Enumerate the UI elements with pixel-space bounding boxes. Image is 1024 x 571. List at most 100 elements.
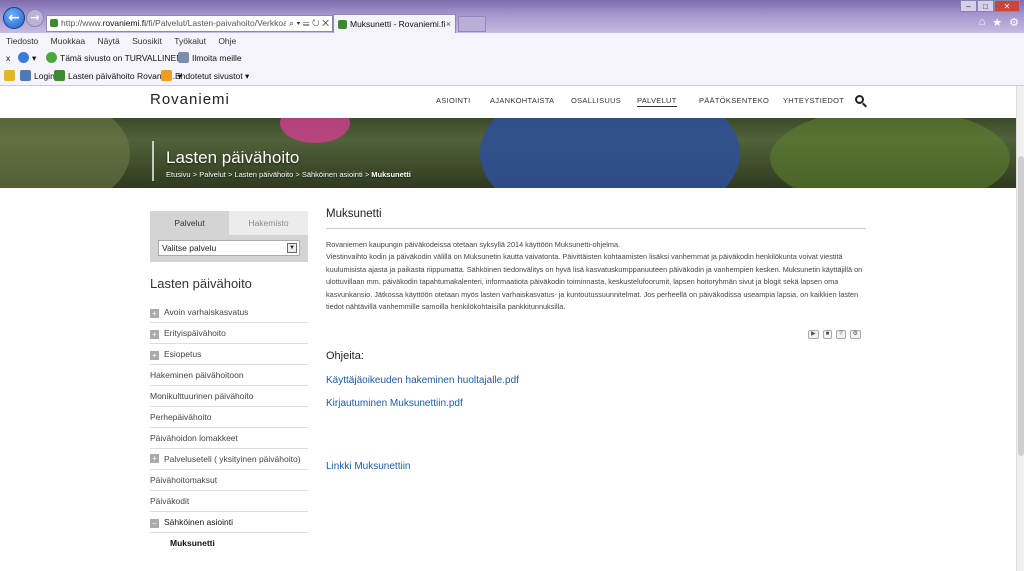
browser-titlebar: ← → http://www.rovaniemi.fi/fi/Palvelut/… bbox=[0, 0, 1024, 33]
address-path: /fi/Palvelut/Lasten-paivahoito/Verkkoasi… bbox=[146, 18, 301, 28]
sidebar-heading: Lasten päivähoito bbox=[150, 276, 252, 291]
address-bar[interactable]: http://www.rovaniemi.fi/fi/Palvelut/Last… bbox=[46, 15, 333, 32]
service-select-value: Valitse palvelu bbox=[162, 243, 217, 253]
sidebar-item-monikulttuurinen[interactable]: Monikulttuurinen päivähoito bbox=[150, 386, 308, 407]
sidebar-item-lomakkeet[interactable]: Päivähoidon lomakkeet bbox=[150, 428, 308, 449]
site-header: Rovaniemi ASIOINTI AJANKOHTAISTA OSALLIS… bbox=[0, 86, 1016, 118]
page-scrollbar[interactable] bbox=[1016, 86, 1024, 571]
close-window-icon[interactable]: ✕ bbox=[994, 0, 1020, 12]
sidebar-item-erityis[interactable]: + Erityispäivähoito bbox=[150, 323, 308, 344]
tab-close-icon[interactable]: × bbox=[446, 15, 451, 33]
breadcrumb-home[interactable]: Etusivu bbox=[166, 170, 191, 179]
sidebar-item-hakeminen[interactable]: Hakeminen päivähoitoon bbox=[150, 365, 308, 386]
breadcrumb-separator: > bbox=[295, 170, 300, 179]
report-label: Ilmoita meille bbox=[192, 53, 242, 63]
breadcrumb-palvelut[interactable]: Palvelut bbox=[199, 170, 226, 179]
search-icon[interactable] bbox=[855, 95, 864, 104]
stop-icon[interactable]: ■ bbox=[822, 330, 833, 339]
safe-site-label: Tämä sivusto on TURVALLINEN bbox=[60, 53, 183, 63]
home-icon[interactable]: ⌂ bbox=[979, 16, 986, 29]
article-text: Rovaniemen kaupungin päiväkodeissa oteta… bbox=[326, 239, 866, 313]
commandbar-close-icon[interactable]: x bbox=[6, 49, 10, 67]
forward-arrow-icon[interactable]: → bbox=[26, 9, 44, 27]
menu-file[interactable]: Tiedosto bbox=[6, 36, 38, 46]
address-domain: rovaniemi.fi bbox=[102, 18, 147, 28]
suggested-sites-icon bbox=[161, 70, 172, 81]
sidebar-item-maksut[interactable]: Päivähoitomaksut bbox=[150, 470, 308, 491]
sidebar-item-paivakodit[interactable]: Päiväkodit bbox=[150, 491, 308, 512]
menu-view[interactable]: Näytä bbox=[98, 36, 120, 46]
breadcrumb-asiointi[interactable]: Sähköinen asiointi bbox=[302, 170, 363, 179]
antivirus-icon[interactable]: ▾ bbox=[18, 49, 36, 67]
menu-edit[interactable]: Muokkaa bbox=[51, 36, 86, 46]
sidebar-item-sahkoinen[interactable]: – Sähköinen asiointi bbox=[150, 512, 308, 533]
hero-foliage bbox=[0, 118, 130, 188]
favorites-star-icon[interactable]: ★ bbox=[992, 16, 1002, 29]
expand-plus-icon[interactable]: + bbox=[150, 351, 159, 360]
nav-yhteystiedot[interactable]: YHTEYSTIEDOT bbox=[783, 96, 844, 105]
link-login-pdf[interactable]: Kirjautuminen Muksunettiin.pdf bbox=[326, 398, 463, 409]
link-user-rights-pdf[interactable]: Käyttäjäoikeuden hakeminen huoltajalle.p… bbox=[326, 375, 519, 386]
sidebar-item-label: Monikulttuurinen päivähoito bbox=[150, 391, 254, 401]
sidebar-tabs: Palvelut Hakemisto bbox=[150, 211, 308, 235]
main-content: Muksunetti Rovaniemen kaupungin päiväkod… bbox=[326, 208, 866, 313]
hero-grass bbox=[770, 118, 1010, 188]
sidebar-item-label: Perhepäivähoito bbox=[150, 412, 212, 422]
safe-site-indicator[interactable]: Tämä sivusto on TURVALLINEN ▾ bbox=[46, 49, 189, 67]
menu-favorites[interactable]: Suosikit bbox=[132, 36, 162, 46]
nav-asiointi[interactable]: ASIOINTI bbox=[436, 96, 471, 105]
link-muksunetti[interactable]: Linkki Muksunettiin bbox=[326, 461, 410, 472]
sidebar-item-label: Päivähoidon lomakkeet bbox=[150, 433, 238, 443]
breadcrumb-current: Muksunetti bbox=[371, 170, 411, 179]
chevron-down-icon[interactable]: ▼ bbox=[287, 243, 297, 253]
site-logo[interactable]: Rovaniemi bbox=[150, 91, 230, 108]
sidebar-item-palveluseteli[interactable]: + Palveluseteli ( yksityinen päivähoito) bbox=[150, 449, 308, 470]
window-controls: – □ ✕ bbox=[960, 0, 1020, 12]
rovaniemi-favicon-icon bbox=[54, 70, 65, 81]
nav-paatoksenteko[interactable]: PÄÄTÖKSENTEKO bbox=[699, 96, 769, 105]
sidebar-item-label: Päiväkodit bbox=[150, 496, 190, 506]
sidebar-item-esiopetus[interactable]: + Esiopetus bbox=[150, 344, 308, 365]
breadcrumb-lasten[interactable]: Lasten päivähoito bbox=[234, 170, 293, 179]
maximize-icon[interactable]: □ bbox=[977, 0, 994, 12]
browser-tab-active[interactable]: Muksunetti - Rovaniemi.fi × bbox=[333, 14, 456, 33]
settings-gear-icon[interactable]: ⚙ bbox=[1009, 16, 1019, 29]
site-favicon-icon bbox=[50, 19, 58, 27]
browser-favorites-bar: Login Lasten päivähoito Rovanie... ▾ Ehd… bbox=[0, 67, 1024, 86]
sidebar-item-label: Päivähoitomaksut bbox=[150, 475, 218, 485]
favorite-suggested[interactable]: Ehdotetut sivustot ▾ bbox=[161, 67, 249, 86]
settings-icon[interactable]: ⚙ bbox=[849, 330, 861, 339]
service-select-panel: Valitse palvelu ▼ bbox=[150, 235, 308, 262]
play-icon[interactable]: ▶ bbox=[808, 330, 819, 339]
nav-palvelut[interactable]: PALVELUT bbox=[637, 96, 677, 107]
article-body: Viestinvaihto kodin ja päiväkodin välill… bbox=[326, 252, 863, 312]
tab-palvelut[interactable]: Palvelut bbox=[150, 211, 229, 235]
menu-help[interactable]: Ohje bbox=[218, 36, 236, 46]
expand-plus-icon[interactable]: + bbox=[150, 454, 159, 463]
sidebar-nav-list: + Avoin varhaiskasvatus + Erityispäivähoit… bbox=[150, 302, 308, 553]
checkmark-shield-icon bbox=[46, 52, 57, 63]
help-icon[interactable]: ? bbox=[836, 330, 846, 339]
menu-tools[interactable]: Työkalut bbox=[174, 36, 206, 46]
sidebar-item-perhe[interactable]: Perhepäivähoito bbox=[150, 407, 308, 428]
service-select[interactable]: Valitse palvelu ▼ bbox=[158, 240, 300, 256]
new-tab-button[interactable] bbox=[458, 16, 486, 32]
nav-osallisuus[interactable]: OSALLISUUS bbox=[571, 96, 621, 105]
expand-plus-icon[interactable]: + bbox=[150, 330, 159, 339]
readspeaker-controls: ▶ ■ ? ⚙ bbox=[808, 330, 861, 339]
nav-ajankohtaista[interactable]: AJANKOHTAISTA bbox=[490, 96, 554, 105]
scrollbar-thumb[interactable] bbox=[1018, 156, 1024, 456]
expand-plus-icon[interactable]: + bbox=[150, 309, 159, 318]
report-button[interactable]: Ilmoita meille bbox=[178, 49, 242, 67]
address-tools-icons[interactable]: ⌕ ▾ ☰ ↻ ✕ bbox=[285, 16, 329, 31]
sidebar-item-avoin[interactable]: + Avoin varhaiskasvatus bbox=[150, 302, 308, 323]
tab-hakemisto[interactable]: Hakemisto bbox=[229, 211, 308, 235]
hero-title: Lasten päivähoito bbox=[166, 148, 300, 167]
collapse-minus-icon[interactable]: – bbox=[150, 519, 159, 528]
favorite-login[interactable]: Login bbox=[20, 67, 55, 86]
sidebar-item-label: Erityispäivähoito bbox=[164, 328, 226, 338]
favorites-add-icon[interactable] bbox=[4, 67, 18, 86]
minimize-icon[interactable]: – bbox=[960, 0, 977, 12]
sidebar-subitem-muksunetti[interactable]: Muksunetti bbox=[150, 533, 308, 553]
back-arrow-icon[interactable]: ← bbox=[3, 7, 25, 29]
